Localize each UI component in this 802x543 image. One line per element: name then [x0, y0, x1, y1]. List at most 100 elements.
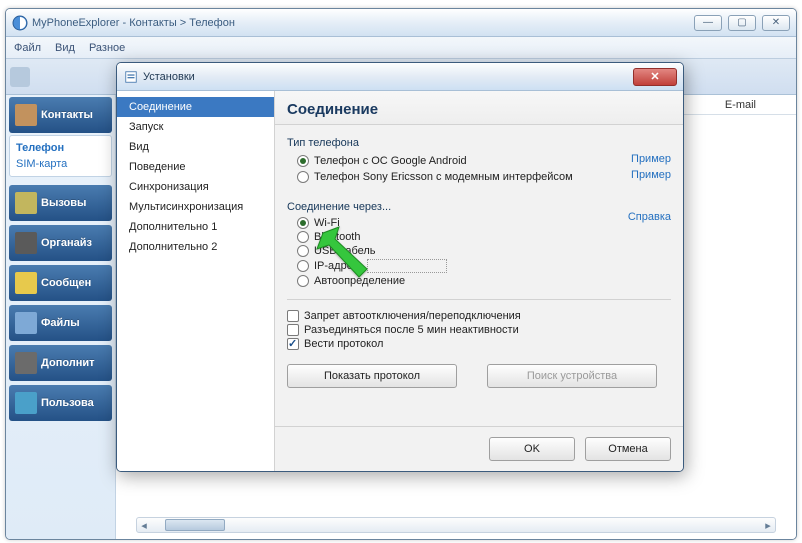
sidebar-item-label: Вызовы — [41, 197, 86, 209]
minimize-button[interactable]: — — [694, 15, 722, 31]
example-link-1[interactable]: Пример — [631, 153, 671, 165]
radio-label: Wi-Fi — [314, 217, 340, 229]
menubar: Файл Вид Разное — [6, 37, 796, 59]
nav-advanced2[interactable]: Дополнительно 2 — [117, 237, 274, 257]
sidebar-item-extra[interactable]: Дополнит — [9, 345, 112, 381]
calls-icon — [15, 192, 37, 214]
ip-input[interactable] — [367, 259, 447, 273]
help-link[interactable]: Справка — [628, 211, 671, 223]
nav-startup[interactable]: Запуск — [117, 117, 274, 137]
sidebar-item-label: Дополнит — [41, 357, 95, 369]
scroll-left-icon[interactable]: ◂ — [137, 518, 151, 532]
menu-file[interactable]: Файл — [14, 42, 41, 54]
contacts-icon — [15, 104, 37, 126]
sidebar-item-user[interactable]: Пользова — [9, 385, 112, 421]
checkbox-label: Вести протокол — [304, 338, 383, 350]
sidebar: Контакты Телефон SIM-карта Вызовы Органа… — [6, 95, 116, 539]
sidebar-item-contacts[interactable]: Контакты — [9, 97, 112, 133]
checkbox-disconnect-5min[interactable]: Разъединяться после 5 мин неактивности — [287, 324, 671, 336]
radio-bluetooth[interactable]: Bluetooth — [297, 231, 671, 243]
sidebar-item-label: Пользова — [41, 397, 94, 409]
nav-multisync[interactable]: Мультисинхронизация — [117, 197, 274, 217]
titlebar[interactable]: MyPhoneExplorer - Контакты > Телефон — ▢… — [6, 9, 796, 37]
phone-type-label: Тип телефона — [287, 137, 671, 149]
dialog-footer: OK Отмена — [275, 426, 683, 471]
checkbox-label: Запрет автоотключения/переподключения — [304, 310, 521, 322]
app-icon — [12, 15, 28, 31]
scroll-right-icon[interactable]: ▸ — [761, 518, 775, 532]
radio-icon — [297, 260, 309, 272]
dialog-icon — [123, 69, 139, 85]
toolbar-icon[interactable] — [10, 67, 30, 87]
dialog-titlebar[interactable]: Установки ✕ — [117, 63, 683, 91]
sidebar-item-calls[interactable]: Вызовы — [9, 185, 112, 221]
sidebar-item-label: Сообщен — [41, 277, 91, 289]
radio-usb[interactable]: USB-кабель — [297, 245, 671, 257]
radio-label: USB-кабель — [314, 245, 376, 257]
cancel-button[interactable]: Отмена — [585, 437, 671, 461]
nav-advanced1[interactable]: Дополнительно 1 — [117, 217, 274, 237]
button-label: OK — [524, 443, 540, 455]
checkbox-icon — [287, 338, 299, 350]
radio-icon — [297, 245, 309, 257]
button-label: Отмена — [608, 443, 647, 455]
radio-label: Телефон с ОС Google Android — [314, 155, 467, 167]
checkbox-block-reconnect[interactable]: Запрет автоотключения/переподключения — [287, 310, 671, 322]
nav-view[interactable]: Вид — [117, 137, 274, 157]
nav-sync[interactable]: Синхронизация — [117, 177, 274, 197]
nav-connection[interactable]: Соединение — [117, 97, 274, 117]
connect-via-label: Соединение через... — [287, 201, 671, 213]
dialog-close-button[interactable]: ✕ — [633, 68, 677, 86]
settings-dialog: Установки ✕ Соединение Запуск Вид Поведе… — [116, 62, 684, 472]
maximize-button[interactable]: ▢ — [728, 15, 756, 31]
button-label: Поиск устройства — [527, 370, 617, 382]
radio-icon — [297, 217, 309, 229]
menu-misc[interactable]: Разное — [89, 42, 125, 54]
radio-label: Bluetooth — [314, 231, 360, 243]
user-icon — [15, 392, 37, 414]
dialog-title: Установки — [143, 71, 195, 83]
separator — [287, 299, 671, 300]
checkbox-icon — [287, 310, 299, 322]
radio-label: Телефон Sony Ericsson с модемным интерфе… — [314, 171, 573, 183]
close-button[interactable]: ✕ — [762, 15, 790, 31]
radio-icon — [297, 155, 309, 167]
radio-sony[interactable]: Телефон Sony Ericsson с модемным интерфе… — [297, 171, 631, 183]
sidebar-item-organizer[interactable]: Органайз — [9, 225, 112, 261]
radio-icon — [297, 231, 309, 243]
sidebar-item-label: Файлы — [41, 317, 80, 329]
window-title: MyPhoneExplorer - Контакты > Телефон — [32, 17, 235, 29]
scroll-thumb[interactable] — [165, 519, 225, 531]
search-device-button[interactable]: Поиск устройства — [487, 364, 657, 388]
extra-icon — [15, 352, 37, 374]
ok-button[interactable]: OK — [489, 437, 575, 461]
checkbox-label: Разъединяться после 5 мин неактивности — [304, 324, 519, 336]
horizontal-scrollbar[interactable]: ◂ ▸ — [136, 517, 776, 533]
show-log-button[interactable]: Показать протокол — [287, 364, 457, 388]
example-link-2[interactable]: Пример — [631, 169, 671, 181]
sidebar-item-label: Органайз — [41, 237, 92, 249]
radio-android[interactable]: Телефон с ОС Google Android — [297, 155, 631, 167]
sidebar-item-files[interactable]: Файлы — [9, 305, 112, 341]
menu-view[interactable]: Вид — [55, 42, 75, 54]
dialog-content: Тип телефона Пример Телефон с ОС Google … — [275, 125, 683, 426]
button-label: Показать протокол — [324, 370, 420, 382]
files-icon — [15, 312, 37, 334]
radio-icon — [297, 275, 309, 287]
sidebar-sub-phone[interactable]: Телефон — [16, 140, 105, 156]
radio-ip[interactable]: IP-адрес — [297, 259, 671, 273]
sidebar-item-messages[interactable]: Сообщен — [9, 265, 112, 301]
sidebar-item-label: Контакты — [41, 109, 93, 121]
radio-icon — [297, 171, 309, 183]
column-email[interactable]: E-mail — [725, 99, 756, 111]
radio-wifi[interactable]: Wi-Fi — [297, 217, 628, 229]
organizer-icon — [15, 232, 37, 254]
radio-auto[interactable]: Автоопределение — [297, 275, 671, 287]
radio-label: IP-адрес — [314, 260, 358, 272]
radio-label: Автоопределение — [314, 275, 405, 287]
dialog-nav: Соединение Запуск Вид Поведение Синхрони… — [117, 91, 275, 471]
messages-icon — [15, 272, 37, 294]
checkbox-keep-log[interactable]: Вести протокол — [287, 338, 671, 350]
nav-behavior[interactable]: Поведение — [117, 157, 274, 177]
sidebar-sub-sim[interactable]: SIM-карта — [16, 156, 105, 172]
